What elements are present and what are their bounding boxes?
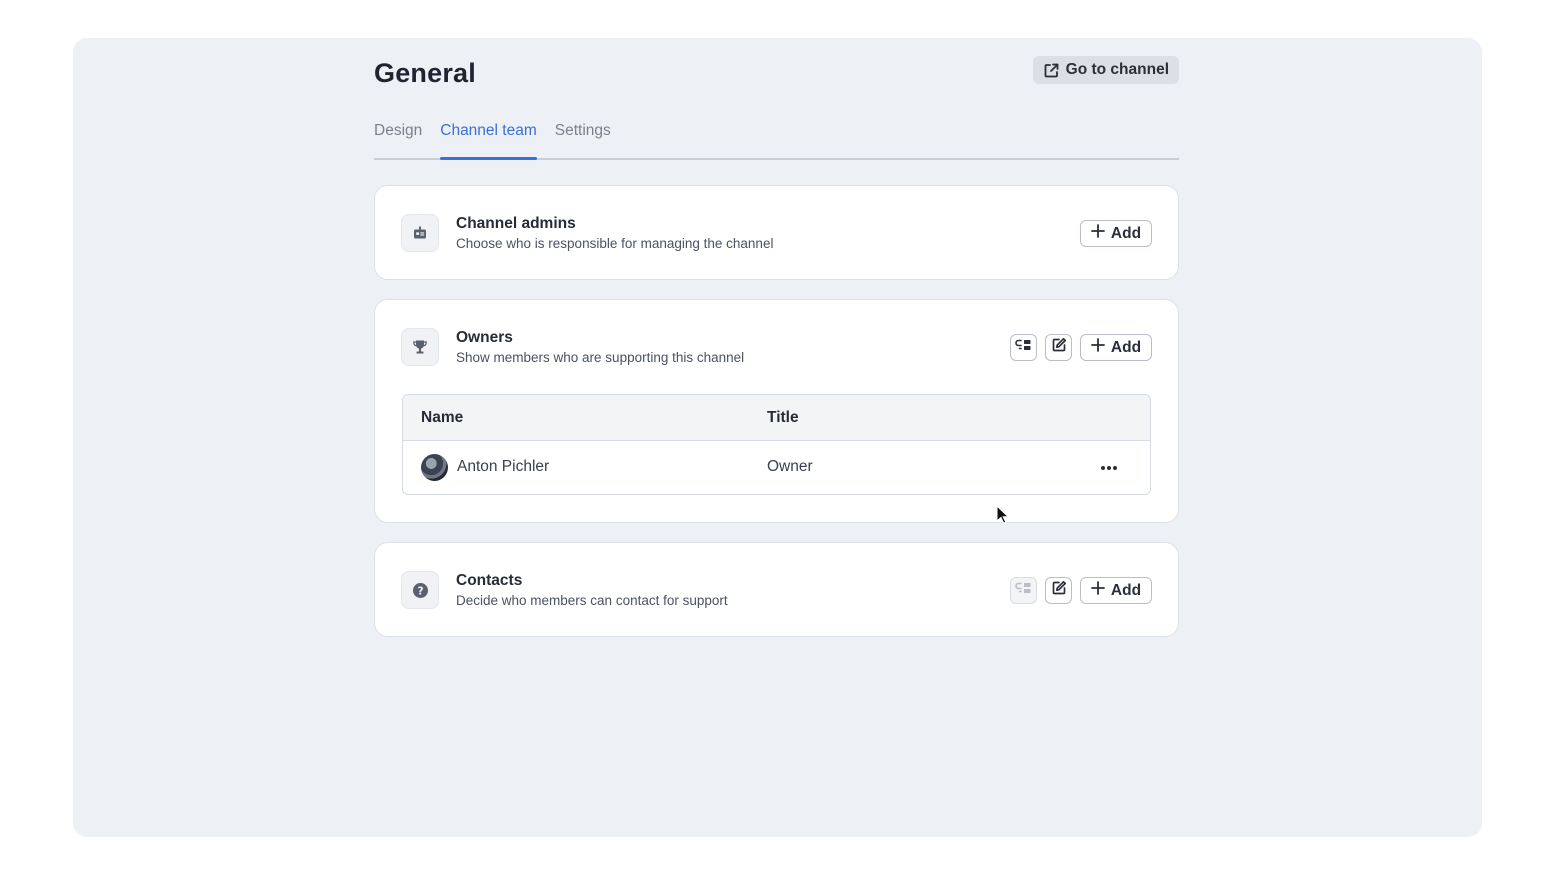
channel-admins-card: Channel admins Choose who is responsible… (374, 185, 1179, 280)
section-actions: Add (1010, 334, 1152, 361)
add-owner-button[interactable]: Add (1080, 334, 1152, 361)
ellipsis-icon (1100, 458, 1118, 476)
plus-icon (1091, 224, 1105, 243)
column-header-name: Name (421, 409, 464, 426)
tab-settings[interactable]: Settings (555, 120, 611, 158)
add-admin-button[interactable]: Add (1080, 220, 1152, 247)
go-to-channel-label: Go to channel (1065, 61, 1169, 78)
owners-table: Name Title Anton Pichler Owner (402, 394, 1151, 495)
table-row[interactable]: Anton Pichler Owner (403, 441, 1150, 494)
tab-design[interactable]: Design (374, 120, 422, 158)
owners-card: Owners Show members who are supporting t… (374, 299, 1179, 523)
mouse-cursor-icon (996, 504, 1010, 530)
section-description: Show members who are supporting this cha… (456, 350, 745, 365)
section-title: Owners (456, 329, 513, 346)
plus-icon (1091, 338, 1105, 357)
layout-toggle-button[interactable] (1010, 577, 1037, 604)
table-header: Name Title (403, 395, 1150, 441)
trophy-icon (401, 328, 439, 366)
edit-button[interactable] (1045, 334, 1072, 361)
page-title: General (374, 58, 476, 88)
layout-toggle-icon (1015, 581, 1032, 600)
edit-button[interactable] (1045, 577, 1072, 604)
more-options-button[interactable] (1098, 456, 1120, 478)
avatar (421, 454, 448, 481)
owner-title: Owner (767, 458, 813, 475)
edit-icon (1051, 337, 1067, 358)
section-description: Choose who is responsible for managing t… (456, 236, 774, 251)
section-title: Channel admins (456, 215, 576, 232)
add-label: Add (1110, 224, 1142, 242)
layout-toggle-button[interactable] (1010, 334, 1037, 361)
id-badge-icon (401, 214, 439, 252)
edit-icon (1051, 580, 1067, 601)
tab-channel-team[interactable]: Channel team (440, 120, 537, 160)
svg-text:?: ? (417, 585, 423, 597)
go-to-channel-button[interactable]: Go to channel (1032, 56, 1179, 84)
add-label: Add (1110, 581, 1142, 599)
contacts-card: ? Contacts Decide who members can contac… (374, 542, 1179, 637)
app-frame: General Go to channel Design Channel tea… (73, 38, 1482, 837)
tab-bar: Design Channel team Settings (374, 120, 1179, 160)
owner-name: Anton Pichler (457, 458, 550, 475)
question-circle-icon: ? (401, 571, 439, 609)
external-link-icon (1043, 62, 1060, 79)
add-contact-button[interactable]: Add (1080, 577, 1152, 604)
add-label: Add (1110, 338, 1142, 356)
plus-icon (1091, 581, 1105, 600)
section-title: Contacts (456, 572, 523, 589)
column-header-title: Title (767, 409, 799, 426)
section-actions: Add (1080, 220, 1152, 247)
layout-toggle-icon (1015, 338, 1032, 357)
section-description: Decide who members can contact for suppo… (456, 593, 728, 608)
section-actions: Add (1010, 577, 1152, 604)
